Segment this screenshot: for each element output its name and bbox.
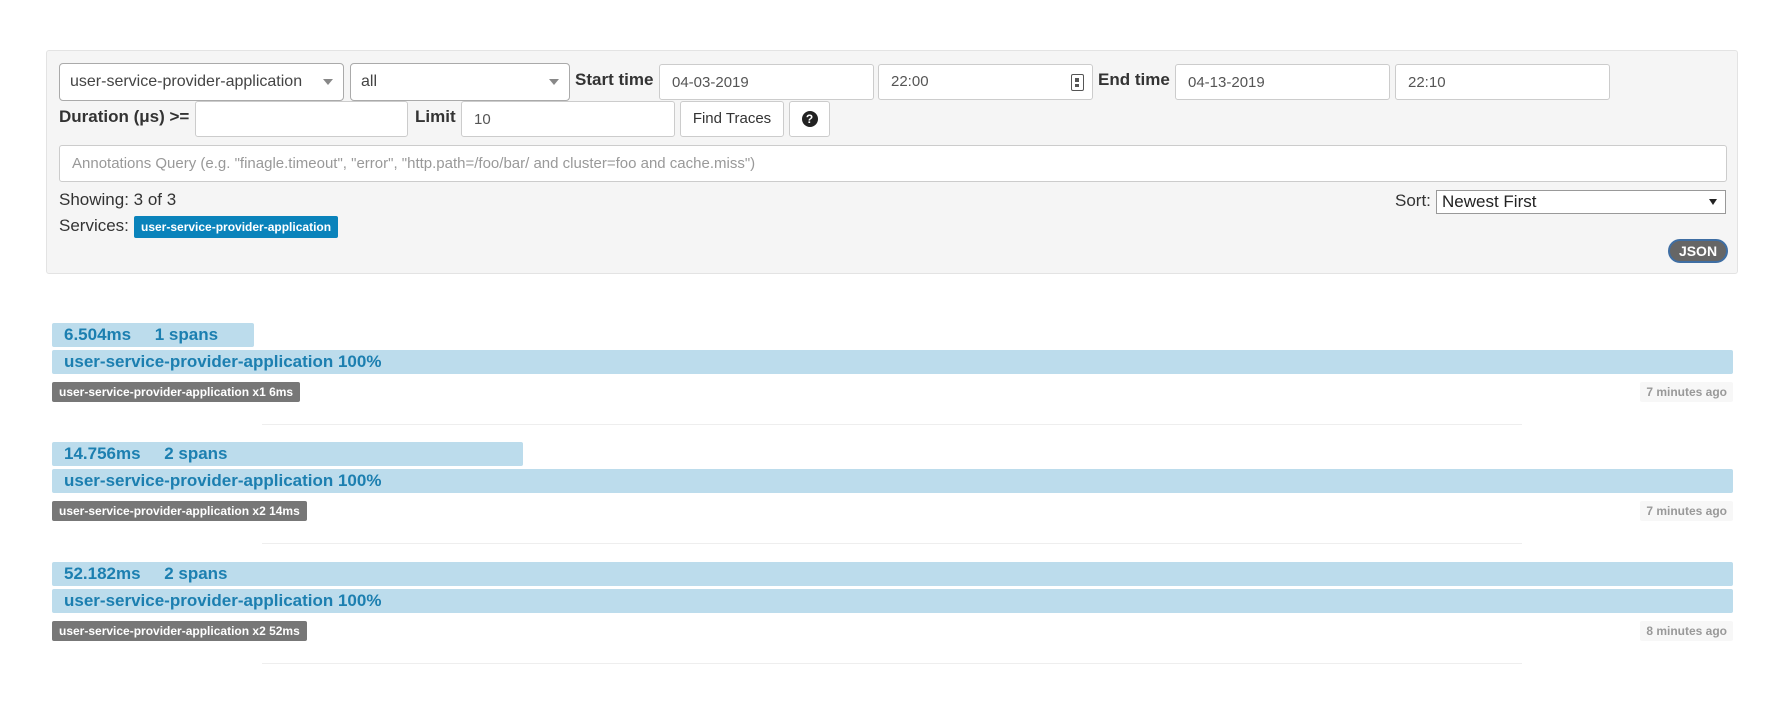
trace-span-count: 1 spans [154,325,219,344]
duration-label: Duration (μs) >= [59,107,190,126]
trace-timestamp: 8 minutes ago [1640,621,1733,641]
trace-item[interactable]: 6.504ms 1 spans user-service-provider-ap… [52,323,1733,425]
showing-count: Showing: 3 of 3 [59,190,177,209]
divider [262,424,1522,425]
sort-select-value: Newest First [1442,192,1537,211]
trace-duration: 14.756ms [64,444,141,463]
chevron-down-icon [549,79,559,85]
trace-service-tag: user-service-provider-application x2 14m… [52,501,307,521]
sort-label: Sort: [1395,191,1431,210]
service-select[interactable]: user-service-provider-application [59,63,344,101]
trace-span-count: 2 spans [164,444,228,463]
chevron-down-icon [1709,199,1717,205]
trace-duration-bar [52,562,1733,586]
services-label: Services: [59,216,129,235]
sort-select[interactable]: Newest First [1436,190,1726,214]
help-button[interactable]: ? [789,101,830,137]
start-date-input[interactable] [659,64,874,100]
duration-input[interactable] [195,101,408,137]
annotations-query-input[interactable] [59,145,1727,182]
chevron-down-icon [323,79,333,85]
trace-service-tag: user-service-provider-application x1 6ms [52,382,301,402]
trace-duration: 52.182ms [64,564,141,583]
limit-input[interactable] [461,101,675,137]
start-time-label: Start time [575,70,654,89]
start-time-input[interactable]: 22:00 [878,64,1093,100]
trace-timestamp: 7 minutes ago [1640,501,1733,521]
trace-duration-label: 6.504ms 1 spans [64,323,218,347]
find-traces-button[interactable]: Find Traces [680,101,784,137]
span-select-value: all [361,73,378,90]
trace-duration-label: 52.182ms 2 spans [64,562,228,586]
limit-label: Limit [415,107,456,126]
end-time-input[interactable] [1395,64,1610,100]
json-button[interactable]: JSON [1668,239,1728,263]
trace-duration-label: 14.756ms 2 spans [64,442,228,466]
trace-timestamp: 7 minutes ago [1640,382,1733,402]
divider [262,663,1522,664]
divider [262,543,1522,544]
end-date-input[interactable] [1175,64,1390,100]
trace-service-percentage: user-service-provider-application 100% [64,352,382,371]
trace-service-tag: user-service-provider-application x2 52m… [52,621,307,641]
span-select[interactable]: all [350,63,570,101]
trace-item[interactable]: 52.182ms 2 spans user-service-provider-a… [52,562,1733,664]
question-icon: ? [801,111,818,127]
trace-service-percentage: user-service-provider-application 100% [64,591,382,610]
start-time-value: 22:00 [891,73,929,90]
trace-service-percentage: user-service-provider-application 100% [64,471,382,490]
end-time-label: End time [1098,70,1170,89]
calendar-icon[interactable] [1071,74,1084,91]
service-select-value: user-service-provider-application [70,73,303,90]
trace-duration: 6.504ms [64,325,132,344]
trace-item[interactable]: 14.756ms 2 spans user-service-provider-a… [52,442,1733,544]
service-filter-badge[interactable]: user-service-provider-application [134,216,339,238]
trace-span-count: 2 spans [164,564,228,583]
